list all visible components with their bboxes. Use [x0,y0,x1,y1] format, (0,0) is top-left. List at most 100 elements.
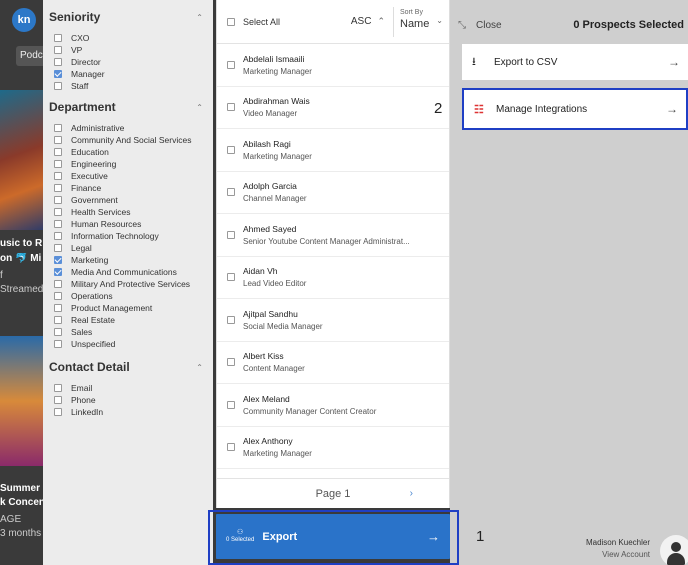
filter-checkbox[interactable] [54,136,62,144]
filter-checkbox[interactable] [54,384,62,392]
video-thumbnail [0,90,48,230]
prospect-row[interactable]: Alex Anthony Marketing Manager [217,427,449,469]
filter-option[interactable]: Sales [49,326,205,338]
prospect-checkbox[interactable] [227,315,235,324]
prospect-checkbox[interactable] [227,103,235,112]
filter-option[interactable]: Unspecified [49,338,205,350]
filter-checkbox[interactable] [54,46,62,54]
prospect-row[interactable]: Albert Kiss Content Manager [217,342,449,384]
filter-checkbox[interactable] [54,160,62,168]
double-chevron-up-icon[interactable]: ⌃ [377,16,385,27]
filter-option-label: Manager [71,69,105,79]
close-button[interactable]: Close [476,20,573,31]
prospect-row[interactable]: Alex Meland Community Manager Content Cre… [217,384,449,427]
prospect-row[interactable]: Ahmed Sayed Senior Youtube Content Manage… [217,214,449,257]
filter-option[interactable]: CXO [49,32,205,44]
filter-checkbox[interactable] [54,82,62,90]
chevron-up-icon[interactable]: ⌃ [196,363,203,372]
filter-checkbox[interactable] [54,208,62,216]
filter-option[interactable]: Education [49,146,205,158]
prospect-row[interactable]: Abdelali Ismaaili Marketing Manager [217,44,449,87]
filter-checkbox[interactable] [54,280,62,288]
filter-option[interactable]: LinkedIn [49,406,205,418]
filter-checkbox[interactable] [54,268,62,276]
filter-option[interactable]: VP [49,44,205,56]
prospect-info: Alex Anthony Marketing Manager [243,436,312,458]
filter-option[interactable]: Executive [49,170,205,182]
filter-option[interactable]: Media And Communications [49,266,205,278]
chevron-up-icon[interactable]: ⌃ [196,103,203,112]
filter-checkbox[interactable] [54,58,62,66]
next-page-icon[interactable]: › [410,488,413,499]
filter-checkbox[interactable] [54,70,62,78]
filter-checkbox[interactable] [54,396,62,404]
filter-checkbox[interactable] [54,328,62,336]
filter-option[interactable]: Engineering [49,158,205,170]
prospect-checkbox[interactable] [227,188,235,197]
export-csv-button[interactable]: ⭳ Export to CSV → [462,44,688,80]
filter-option[interactable]: Human Resources [49,218,205,230]
select-all-checkbox[interactable] [227,17,235,26]
prospect-row[interactable]: Abdirahman Wais Video Manager [217,87,449,129]
sort-by-select[interactable]: Sort By Name ⌄ [393,6,449,37]
prospect-row[interactable]: Ajitpal Sandhu Social Media Manager [217,299,449,342]
selected-count: ⚇ 0 Selected [226,529,254,543]
filter-checkbox[interactable] [54,304,62,312]
filter-section-header[interactable]: Contact Detail ⌃ [49,360,205,374]
filter-option[interactable]: Information Technology [49,230,205,242]
view-account-link[interactable]: View Account [560,550,650,559]
filter-option[interactable]: Marketing [49,254,205,266]
filter-option[interactable]: Legal [49,242,205,254]
filter-option[interactable]: Administrative [49,122,205,134]
filter-checkbox[interactable] [54,220,62,228]
select-all-label[interactable]: Select All [243,17,351,27]
filter-option[interactable]: Operations [49,290,205,302]
filter-option[interactable]: Phone [49,394,205,406]
filter-checkbox[interactable] [54,256,62,264]
avatar[interactable] [660,535,688,565]
prospect-row[interactable]: Abilash Ragi Marketing Manager [217,129,449,172]
prospect-checkbox[interactable] [227,443,235,452]
prospect-checkbox[interactable] [227,60,235,69]
prospect-info: Ajitpal Sandhu Social Media Manager [243,309,323,331]
filter-option[interactable]: Health Services [49,206,205,218]
filter-option[interactable]: Staff [49,80,205,92]
collapse-icon[interactable]: ⤡ [458,20,466,31]
filter-option[interactable]: Community And Social Services [49,134,205,146]
filter-checkbox[interactable] [54,340,62,348]
filter-checkbox[interactable] [54,408,62,416]
prospect-checkbox[interactable] [227,273,235,282]
filter-section-header[interactable]: Department ⌃ [49,100,205,114]
filter-checkbox[interactable] [54,244,62,252]
filter-checkbox[interactable] [54,232,62,240]
manage-integrations-button[interactable]: ☷ Manage Integrations → [462,88,688,130]
filter-checkbox[interactable] [54,316,62,324]
filter-checkbox[interactable] [54,148,62,156]
filter-option[interactable]: Military And Protective Services [49,278,205,290]
filter-option[interactable]: Product Management [49,302,205,314]
prospect-checkbox[interactable] [227,145,235,154]
prospect-checkbox[interactable] [227,400,235,409]
filter-option[interactable]: Director [49,56,205,68]
page-label: Page 1 [315,487,351,500]
filter-checkbox[interactable] [54,292,62,300]
filter-option[interactable]: Government [49,194,205,206]
prospect-checkbox[interactable] [227,230,235,239]
filter-checkbox[interactable] [54,172,62,180]
filter-checkbox[interactable] [54,184,62,192]
prospect-row[interactable]: Adolph Garcia Channel Manager [217,172,449,214]
right-panel-header: ⤡ Close 0 Prospects Selected [458,16,688,34]
chevron-up-icon[interactable]: ⌃ [196,13,203,22]
sort-order-toggle[interactable]: ASC [351,16,372,27]
filter-checkbox[interactable] [54,196,62,204]
prospect-checkbox[interactable] [227,358,235,367]
filter-option[interactable]: Email [49,382,205,394]
filter-option[interactable]: Real Estate [49,314,205,326]
filter-checkbox[interactable] [54,124,62,132]
filter-option[interactable]: Finance [49,182,205,194]
filter-section-header[interactable]: Seniority ⌃ [49,10,205,24]
filter-option[interactable]: Manager [49,68,205,80]
prospect-row[interactable]: Aidan Vh Lead Video Editor [217,257,449,299]
export-button[interactable]: ⚇ 0 Selected Export → [216,514,450,559]
filter-checkbox[interactable] [54,34,62,42]
